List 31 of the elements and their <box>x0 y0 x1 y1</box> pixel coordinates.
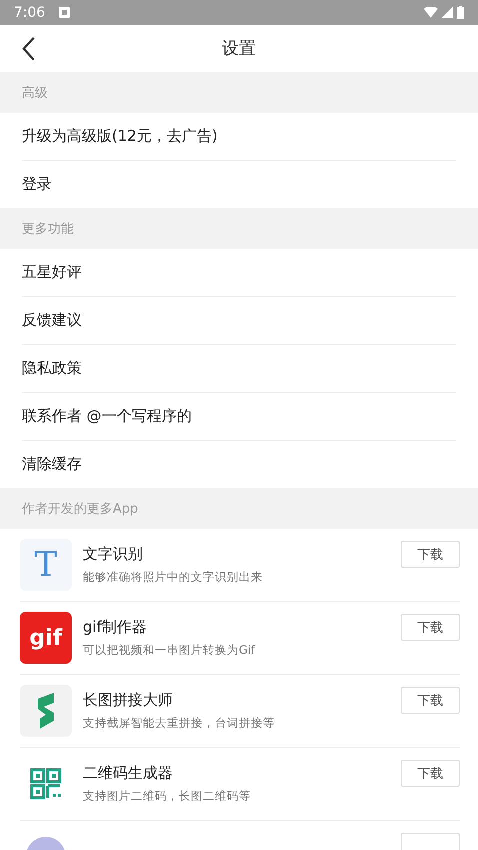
wifi-icon <box>424 7 438 18</box>
app-description: 能够准确将照片中的文字识别出来 <box>83 570 264 585</box>
download-button[interactable]: 下载 <box>401 614 460 641</box>
app-name: 长图拼接大师 <box>83 691 174 710</box>
section-header: 作者开发的更多App <box>0 488 478 529</box>
notification-icon <box>59 7 70 18</box>
download-button[interactable]: 下载 <box>401 760 460 787</box>
settings-item[interactable]: 隐私政策 <box>22 345 456 393</box>
status-time: 7:06 <box>14 4 46 20</box>
app-name: gif制作器 <box>83 618 148 637</box>
app-icon: gif <box>20 612 72 664</box>
settings-item[interactable]: 升级为高级版(12元，去广告) <box>22 113 456 161</box>
app-name: 二维码生成器 <box>83 764 174 783</box>
app-description: 支持截屏智能去重拼接，台词拼接等 <box>83 716 276 731</box>
app-icon: T <box>20 539 72 591</box>
settings-item[interactable]: 清除缓存 <box>22 441 456 488</box>
settings-item[interactable]: 登录 <box>22 161 456 208</box>
app-description: 支持图片二维码，长图二维码等 <box>83 789 252 804</box>
download-button[interactable]: 下载 <box>401 541 460 568</box>
signal-icon <box>442 7 453 18</box>
section-header: 更多功能 <box>0 208 478 249</box>
app-icon <box>20 685 72 737</box>
settings-item[interactable]: 五星好评 <box>22 249 456 297</box>
download-button[interactable]: 下载 <box>401 687 460 714</box>
app-description: 可以把视频和一串图片转换为Gif <box>83 643 256 658</box>
page-title: 设置 <box>222 38 256 60</box>
app-name: 文字识别 <box>83 545 144 564</box>
settings-item[interactable]: 联系作者 @一个写程序的 <box>22 393 456 441</box>
section-header: 高级 <box>0 72 478 113</box>
settings-item[interactable]: 反馈建议 <box>22 297 456 345</box>
battery-icon <box>457 6 464 19</box>
